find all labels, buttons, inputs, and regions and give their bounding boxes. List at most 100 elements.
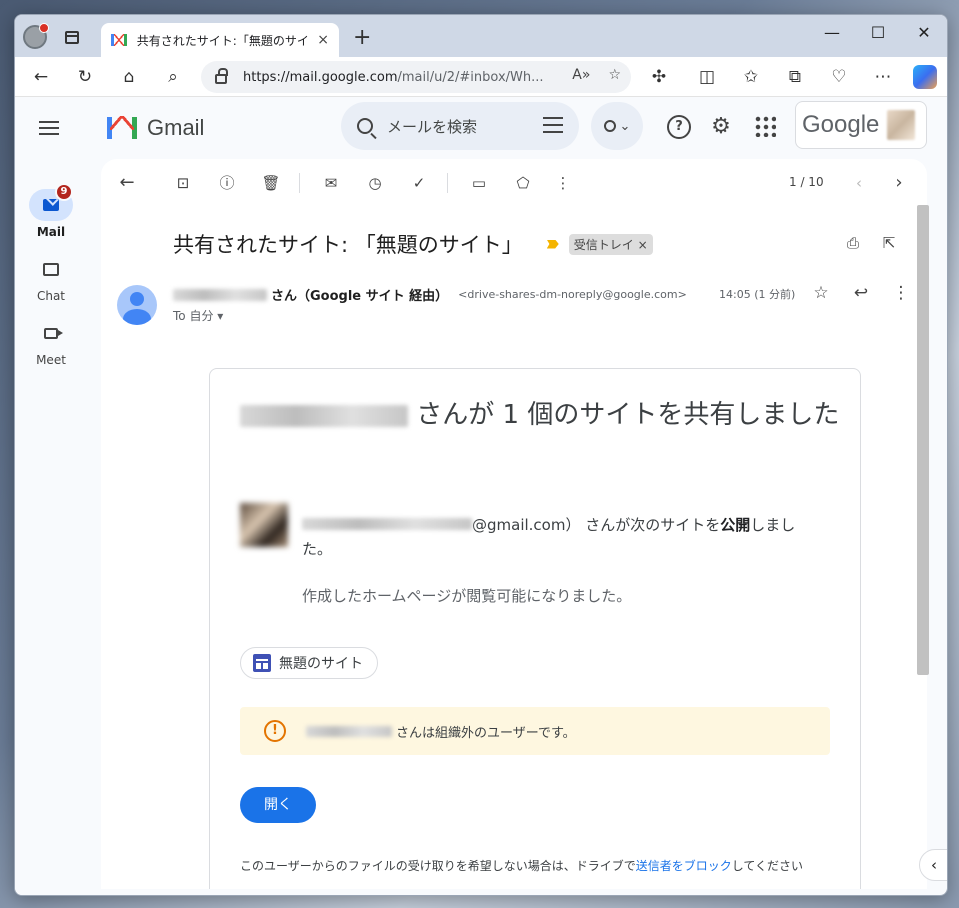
browser-toolbar: ← ↻ ⌂ ⌕ https://mail.google.com/mail/u/2… [15,57,947,97]
search-bar[interactable]: メールを検索 [341,102,579,150]
gmail-favicon-icon [111,34,127,46]
chat-icon-wrap [35,253,67,285]
profile-icon[interactable] [23,23,49,49]
rail-item-label: Meet [36,353,66,367]
email-subject: 共有されたサイト: 「無題のサイト」 [173,233,523,257]
back-arrow-icon[interactable]: ← [29,65,53,89]
rail-item-mail[interactable]: 9 Mail [15,183,87,239]
split-screen-icon[interactable]: ◫ [695,65,719,89]
video-camera-icon [44,327,63,339]
tab-title: 共有されたサイト:「無題のサイト」- a [136,33,309,48]
subject-line: 共有されたサイト: 「無題のサイト」 受信トレイ × [173,229,653,259]
older-chevron-icon[interactable]: › [887,171,911,195]
google-sites-icon [253,654,271,672]
avatar [887,110,916,140]
block-sender-footer: このユーザーからのファイルの受け取りを希望しない場合は、ドライブで送信者をブロッ… [240,859,804,873]
share-description: @gmail.com） さんが次のサイトを公開しました。 [302,516,796,558]
open-new-window-icon[interactable]: ⇱ [877,231,901,255]
search-options-icon[interactable] [543,117,563,135]
search-page-icon[interactable]: ⌕ [161,65,185,89]
tab-close-icon[interactable]: × [317,32,329,48]
share-note: 作成したホームページが閲覧可能になりました。 [302,587,632,605]
search-icon[interactable] [357,118,373,134]
read-aloud-icon[interactable]: A» [572,67,590,83]
scrollbar-thumb[interactable] [917,205,929,675]
apps-grid-icon[interactable] [754,115,776,137]
account-switcher[interactable]: Google [795,101,927,149]
snooze-icon[interactable]: ◷ [363,171,387,195]
extensions-icon[interactable]: ✣ [647,65,671,89]
mail-icon [43,199,59,211]
collections-icon[interactable]: ⧉ [783,65,807,89]
favorites-icon[interactable]: ✩ [739,65,763,89]
favorite-star-icon[interactable]: ☆ [608,67,621,83]
copilot-icon[interactable] [913,65,937,89]
chevron-down-icon: ⌄ [619,118,631,134]
rail-item-chat[interactable]: Chat [15,253,87,303]
star-icon[interactable]: ☆ [809,283,833,303]
sender-email: <drive-shares-dm-noreply@google.com> [458,288,687,301]
meet-icon-wrap [35,317,67,349]
main-menu-icon[interactable] [39,121,59,135]
browser-tab-gmail[interactable]: 共有されたサイト:「無題のサイト」- a × [101,23,339,57]
message-pane: ← ⊡ ⓘ 🗑 ✉ ◷ ✓ ▭ ⬠ ⋮ 1 / 10 ‹ › 共有されたサイト:… [101,159,927,889]
google-logo: Google [802,111,880,138]
move-to-icon[interactable]: ▭ [467,171,491,195]
app-name: Gmail [147,115,205,140]
lock-icon[interactable] [215,68,228,84]
refresh-icon[interactable]: ↻ [73,65,97,89]
inbox-label-chip[interactable]: 受信トレイ × [568,233,653,255]
open-button[interactable]: 開く [240,787,316,823]
remove-label-icon[interactable]: × [638,238,648,252]
gmail-header: Gmail メールを検索 ⌄ ? ⚙ Google [87,97,947,159]
owner-avatar [240,503,288,547]
browser-window: 共有されたサイト:「無題のサイト」- a × + — ☐ ✕ ← ↻ ⌂ ⌕ h… [14,14,948,896]
reply-icon[interactable]: ↩ [849,283,873,303]
gmail-m-icon [107,116,137,139]
email-body-card: さんが 1 個のサイトを共有しました @gmail.com） さんが次のサイトを… [209,368,861,889]
important-marker-icon[interactable] [546,239,559,249]
sender-avatar[interactable] [117,285,157,325]
site-chip-link[interactable]: 無題のサイト [240,647,378,679]
label-icon[interactable]: ⬠ [511,171,535,195]
newer-chevron-icon[interactable]: ‹ [847,171,871,195]
more-vertical-icon[interactable]: ⋮ [551,171,575,195]
sender-name[interactable]: さん（Google サイト 経由） [271,285,448,304]
gmail-logo[interactable]: Gmail [107,115,204,141]
block-sender-link[interactable]: 送信者をブロック [636,859,732,873]
side-panel-chevron-icon[interactable]: ‹ [919,849,947,881]
external-user-warning: ! さんは組織外のユーザーです。 [240,707,830,755]
back-to-inbox-icon[interactable]: ← [115,171,139,195]
help-icon[interactable]: ? [667,115,691,139]
close-window-button[interactable]: ✕ [909,23,939,42]
rail-item-meet[interactable]: Meet [15,317,87,367]
new-tab-button[interactable]: + [353,25,371,50]
report-spam-icon[interactable]: ⓘ [215,171,239,195]
tab-actions-icon[interactable] [65,31,79,44]
home-icon[interactable]: ⌂ [117,65,141,89]
browser-essentials-icon[interactable]: ♡ [827,65,851,89]
trash-icon[interactable]: 🗑 [259,171,283,195]
maximize-button[interactable]: ☐ [863,23,893,42]
message-more-icon[interactable]: ⋮ [889,283,913,303]
sender-row: さん（Google サイト 経由） <drive-shares-dm-norep… [117,281,910,329]
search-input[interactable]: メールを検索 [387,116,477,137]
recipient-dropdown[interactable]: To 自分 ▾ [173,307,223,324]
print-icon[interactable]: ⎙ [841,231,865,255]
mail-icon-wrap: 9 [29,183,73,221]
share-headline: さんが 1 個のサイトを共有しました [240,397,840,433]
minimize-button[interactable]: — [817,23,847,42]
left-rail: 9 Mail Chat Meet [15,97,87,895]
redacted-user-name [306,725,392,737]
site-name: 無題のサイト [279,656,363,672]
add-task-icon[interactable]: ✓ [407,171,431,195]
url-text: https://mail.google.com/mail/u/2/#inbox/… [243,69,544,85]
address-bar[interactable]: https://mail.google.com/mail/u/2/#inbox/… [201,61,631,93]
settings-more-icon[interactable]: ⋯ [871,65,895,89]
archive-icon[interactable]: ⊡ [171,171,195,195]
gear-icon[interactable]: ⚙ [709,115,733,139]
mark-unread-icon[interactable]: ✉ [319,171,343,195]
rail-item-label: Mail [36,225,66,239]
status-selector[interactable]: ⌄ [591,102,643,150]
status-circle-icon [603,120,616,132]
